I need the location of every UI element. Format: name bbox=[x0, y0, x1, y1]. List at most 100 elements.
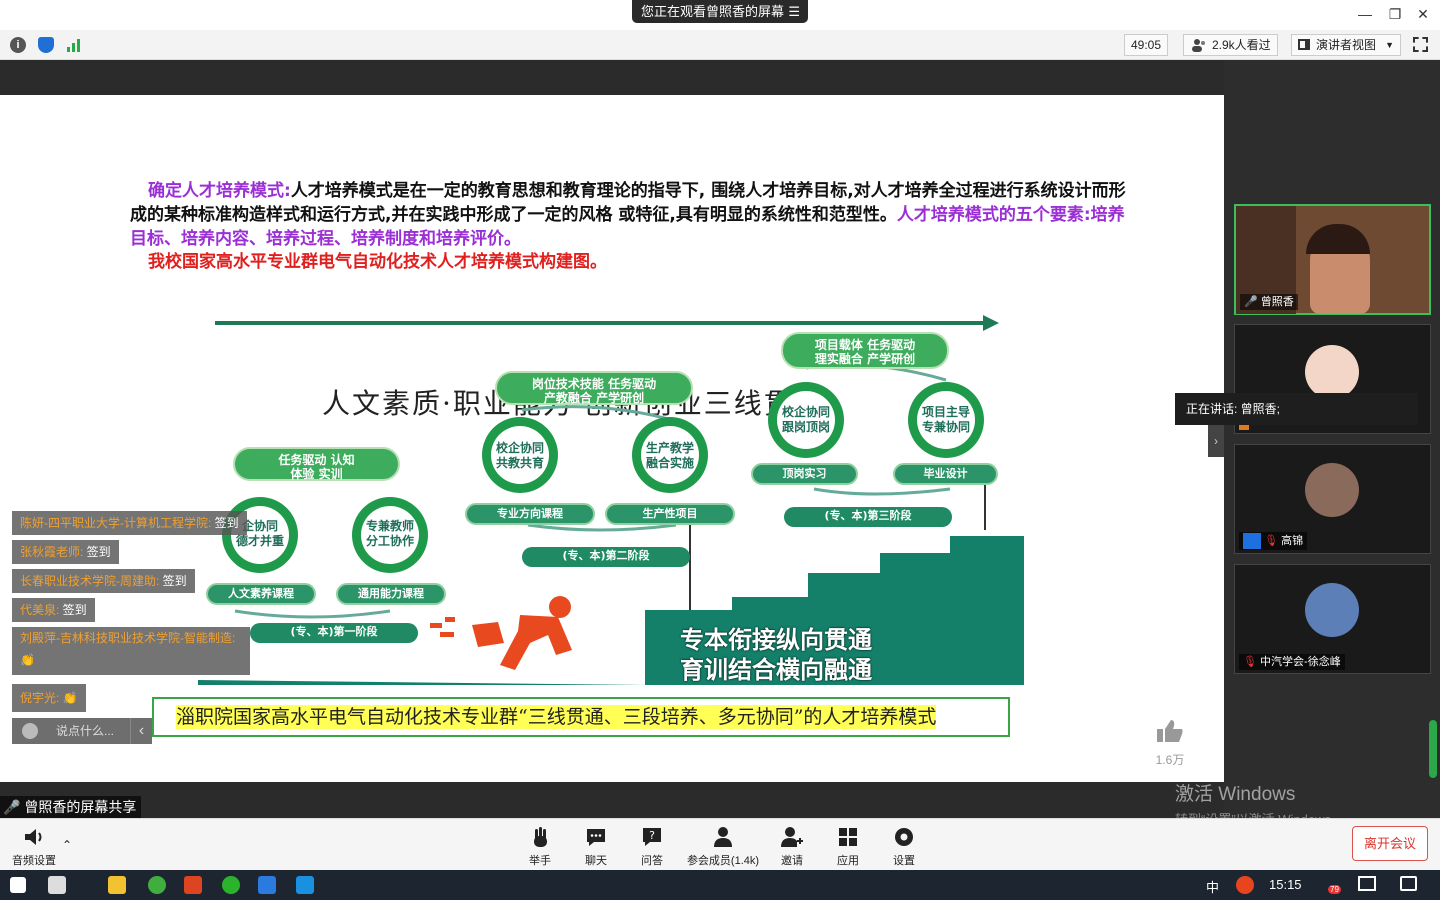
participant-tile[interactable]: 🎙 中汽学会-徐念峰 bbox=[1234, 564, 1431, 674]
stair-text: 专本衔接纵向贯通 育训结合横向融通 bbox=[680, 625, 872, 685]
mic-muted-icon: 🎙 bbox=[1264, 534, 1279, 547]
collapse-panel-button[interactable]: › bbox=[1208, 425, 1224, 457]
clock[interactable]: 15:15 bbox=[1269, 877, 1302, 892]
apps-button[interactable]: 应用 bbox=[818, 825, 878, 868]
notification-icon[interactable] bbox=[1400, 876, 1417, 891]
stage2-header-line1: 岗位技术技能 任务驱动 bbox=[531, 377, 657, 391]
close-button[interactable]: ✕ bbox=[1415, 6, 1431, 22]
audio-settings-button[interactable]: 音频设置 bbox=[4, 825, 64, 868]
settings-label: 设置 bbox=[893, 855, 915, 867]
raise-hand-button[interactable]: 举手 bbox=[510, 825, 570, 868]
wps-icon[interactable] bbox=[184, 876, 202, 894]
qa-button[interactable]: ? 问答 bbox=[622, 825, 682, 868]
layout-icon bbox=[1298, 39, 1310, 50]
view-mode-dropdown[interactable]: 演讲者视图 ▼ bbox=[1291, 34, 1401, 56]
stage1-output-left: 人文素养课程 bbox=[206, 583, 316, 605]
hand-icon bbox=[534, 827, 547, 847]
collapse-chat-button[interactable]: ‹ bbox=[130, 718, 152, 744]
signal-bars-icon[interactable] bbox=[66, 38, 82, 52]
avatar bbox=[1305, 345, 1359, 399]
ime-indicator[interactable]: 中 bbox=[1206, 877, 1219, 896]
volume-meter bbox=[1429, 720, 1437, 778]
stair-text-line2: 育训结合横向融通 bbox=[680, 656, 872, 684]
svg-text:?: ? bbox=[649, 829, 655, 842]
avatar bbox=[1305, 583, 1359, 637]
browser-icon[interactable] bbox=[148, 876, 166, 894]
gear-icon bbox=[895, 828, 913, 846]
stage2-output-right: 生产性项目 bbox=[605, 503, 735, 525]
qa-label: 问答 bbox=[641, 855, 663, 867]
sharing-banner[interactable]: 您正在观看曾照香的屏幕 ☰ bbox=[632, 0, 808, 23]
chat-message: 长春职业技术学院-周建助: 签到 bbox=[12, 569, 195, 593]
chat-text: 签到 bbox=[83, 545, 111, 559]
participants-button[interactable]: 参会成员(1.4k) bbox=[682, 825, 764, 868]
chat-sender: 张秋霞老师: bbox=[20, 545, 84, 559]
speaker-icon bbox=[25, 829, 42, 845]
apps-grid-icon bbox=[839, 828, 857, 846]
task-view-icon[interactable] bbox=[48, 876, 66, 894]
stage-bottom-bar bbox=[0, 782, 1224, 818]
participant-name-label: 🎤 曾照香 bbox=[1240, 294, 1298, 310]
add-person-icon bbox=[781, 827, 803, 847]
thumbs-up-icon[interactable] bbox=[1156, 718, 1184, 744]
restore-button[interactable]: ❐ bbox=[1387, 6, 1403, 22]
fullscreen-icon[interactable] bbox=[1413, 37, 1428, 52]
participant-panel bbox=[1224, 60, 1440, 818]
participant-tile[interactable]: 🎙 高锦 bbox=[1234, 444, 1431, 554]
shared-slide: 确定人才培养模式:人才培养模式是在一定的教育思想和教育理论的指导下, 围绕人才培… bbox=[0, 95, 1224, 782]
chat-text: 签到 bbox=[159, 574, 187, 588]
stage1-header: 任务驱动 认知 体验 实训 bbox=[233, 447, 400, 481]
gear-label: 融合实施 bbox=[645, 456, 694, 470]
gear-label: 分工协作 bbox=[365, 534, 414, 548]
person-icon bbox=[714, 827, 732, 847]
speaking-indicator: 正在讲话: 曾照香; bbox=[1175, 393, 1418, 425]
info-icon[interactable]: i bbox=[10, 37, 26, 53]
file-explorer-icon[interactable] bbox=[108, 876, 126, 894]
meeting-app-icon[interactable] bbox=[258, 876, 276, 894]
invite-button[interactable]: 邀请 bbox=[762, 825, 822, 868]
chat-button[interactable]: 聊天 bbox=[566, 825, 626, 868]
menu-icon[interactable]: ☰ bbox=[788, 0, 800, 23]
chat-input[interactable]: 说点什么... ‹ bbox=[12, 718, 152, 744]
windows-start-icon[interactable] bbox=[10, 877, 26, 893]
chat-sender: 代美泉: bbox=[20, 603, 60, 617]
chat-sender: 刘殿萍-吉林科技职业技术学院-智能制造: bbox=[20, 631, 236, 645]
chat-text: 👏 bbox=[59, 691, 78, 705]
chevron-up-icon[interactable]: ⌃ bbox=[62, 838, 72, 852]
action-center-icon[interactable] bbox=[1358, 876, 1376, 891]
raise-hand-label: 举手 bbox=[529, 855, 551, 867]
emoji-icon[interactable] bbox=[22, 723, 38, 739]
windows-taskbar bbox=[0, 870, 1440, 900]
chat-sender: 陈妍-四平职业大学-计算机工程学院: bbox=[20, 516, 212, 530]
stage3-header-line2: 理实融合 产学研创 bbox=[814, 352, 916, 366]
leave-meeting-button[interactable]: 离开会议 bbox=[1352, 826, 1428, 861]
view-mode-label: 演讲者视图 bbox=[1316, 38, 1377, 52]
gear-label: 项目主导 bbox=[921, 405, 970, 419]
gear-label: 校企协同 bbox=[495, 441, 544, 455]
wechat-icon[interactable] bbox=[222, 876, 240, 894]
participant-name: 中汽学会-徐念峰 bbox=[1260, 656, 1341, 668]
gear-label: 德才并重 bbox=[235, 534, 284, 548]
shield-icon[interactable] bbox=[38, 37, 54, 53]
tablet-app-icon[interactable] bbox=[296, 876, 314, 894]
viewer-count[interactable]: 2.9k人看过 bbox=[1183, 34, 1278, 56]
meeting-timer: 49:05 bbox=[1124, 34, 1169, 56]
settings-button[interactable]: 设置 bbox=[874, 825, 934, 868]
chat-sender: 长春职业技术学院-周建助: bbox=[20, 574, 160, 588]
hair bbox=[1306, 224, 1370, 254]
participant-tile[interactable]: 🎤 曾照香 bbox=[1234, 204, 1431, 315]
chat-message: 代美泉: 签到 bbox=[12, 598, 95, 622]
stage2-header-line2: 产教融合 产学研创 bbox=[543, 391, 645, 405]
sogou-ime-icon[interactable] bbox=[1236, 876, 1254, 894]
sharing-banner-text: 您正在观看曾照香的屏幕 bbox=[641, 4, 785, 19]
stage3-label: (专、本)第三阶段 bbox=[784, 507, 952, 527]
stage3-header-line1: 项目载体 任务驱动 bbox=[814, 338, 916, 352]
slide-caption: 淄职院国家高水平电气自动化技术专业群“三线贯通、三段培养、多元协同”的人才培养模… bbox=[176, 705, 937, 729]
gear-label: 生产教学 bbox=[645, 441, 694, 455]
chat-label: 聊天 bbox=[585, 855, 607, 867]
minimize-button[interactable]: — bbox=[1357, 6, 1373, 22]
people-icon bbox=[1192, 39, 1205, 52]
invite-label: 邀请 bbox=[781, 855, 803, 867]
user-icon bbox=[1243, 533, 1261, 549]
audio-settings-label: 音频设置 bbox=[12, 855, 56, 867]
